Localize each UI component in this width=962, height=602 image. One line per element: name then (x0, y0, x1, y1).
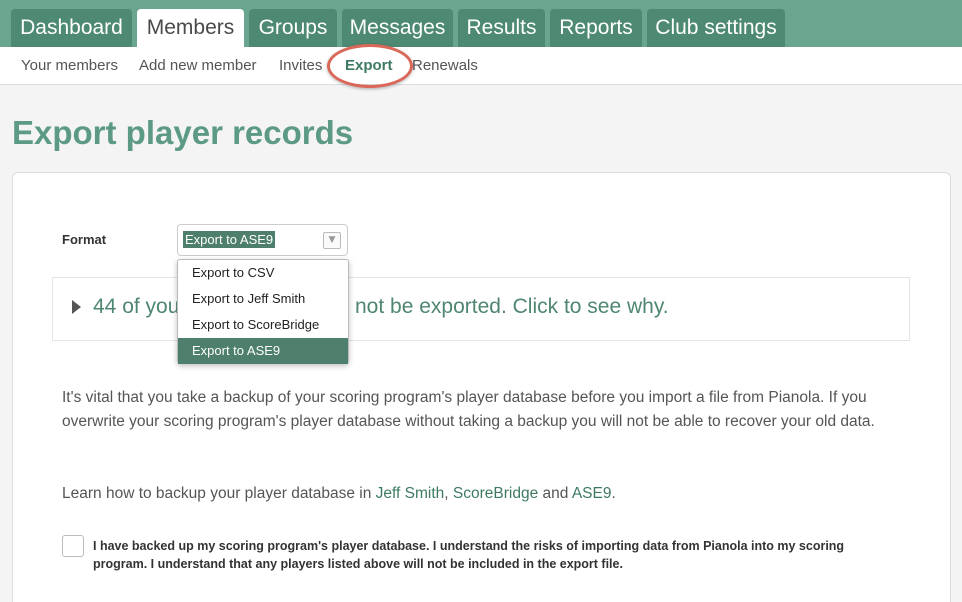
tab-club-settings[interactable]: Club settings (647, 9, 785, 47)
backup-confirm-checkbox[interactable] (62, 535, 84, 557)
tab-reports[interactable]: Reports (550, 9, 642, 47)
link-ase9[interactable]: ASE9 (572, 485, 612, 502)
subnav-add-new-member[interactable]: Add new member (139, 57, 257, 74)
export-highlight-annotation (327, 44, 413, 88)
tab-results[interactable]: Results (458, 9, 545, 47)
top-nav-bar: Dashboard Members Groups Messages Result… (0, 0, 962, 47)
subnav-renewals[interactable]: Renewals (412, 57, 478, 74)
tab-members[interactable]: Members (137, 9, 244, 47)
link-jeff-smith[interactable]: Jeff Smith (376, 485, 445, 502)
backup-help-sep2: and (538, 485, 572, 502)
tab-groups[interactable]: Groups (249, 9, 337, 47)
format-option-scorebridge[interactable]: Export to ScoreBridge (178, 312, 348, 338)
backup-help-text: Learn how to backup your player database… (62, 482, 616, 506)
chevron-down-icon: ▼ (323, 232, 341, 249)
tab-dashboard[interactable]: Dashboard (11, 9, 132, 47)
subnav-invites[interactable]: Invites (279, 57, 322, 74)
notice-text-prefix: 44 of you (93, 295, 180, 318)
backup-help-end: . (611, 485, 616, 502)
format-select[interactable]: Export to ASE9 ▼ (177, 224, 348, 256)
backup-help-sep1: , (444, 485, 453, 502)
format-option-ase9[interactable]: Export to ASE9 (178, 338, 348, 364)
backup-help-prefix: Learn how to backup your player database… (62, 485, 376, 502)
notice-text-suffix: not be exported. Click to see why. (355, 295, 669, 318)
page-title: Export player records (12, 114, 354, 151)
triangle-right-icon (72, 300, 81, 314)
tab-messages[interactable]: Messages (342, 9, 453, 47)
backup-warning-text: It's vital that you take a backup of you… (62, 389, 875, 430)
link-scorebridge[interactable]: ScoreBridge (453, 485, 538, 502)
subnav-your-members[interactable]: Your members (21, 57, 118, 74)
backup-confirm-label: I have backed up my scoring program's pl… (93, 539, 845, 571)
format-option-csv[interactable]: Export to CSV (178, 260, 348, 286)
format-select-value: Export to ASE9 (183, 231, 276, 248)
format-option-jeff-smith[interactable]: Export to Jeff Smith (178, 286, 348, 312)
format-label: Format (62, 232, 107, 247)
sub-nav: Your members Add new member Invites Expo… (0, 47, 962, 85)
format-dropdown-list: Export to CSV Export to Jeff Smith Expor… (177, 259, 349, 364)
